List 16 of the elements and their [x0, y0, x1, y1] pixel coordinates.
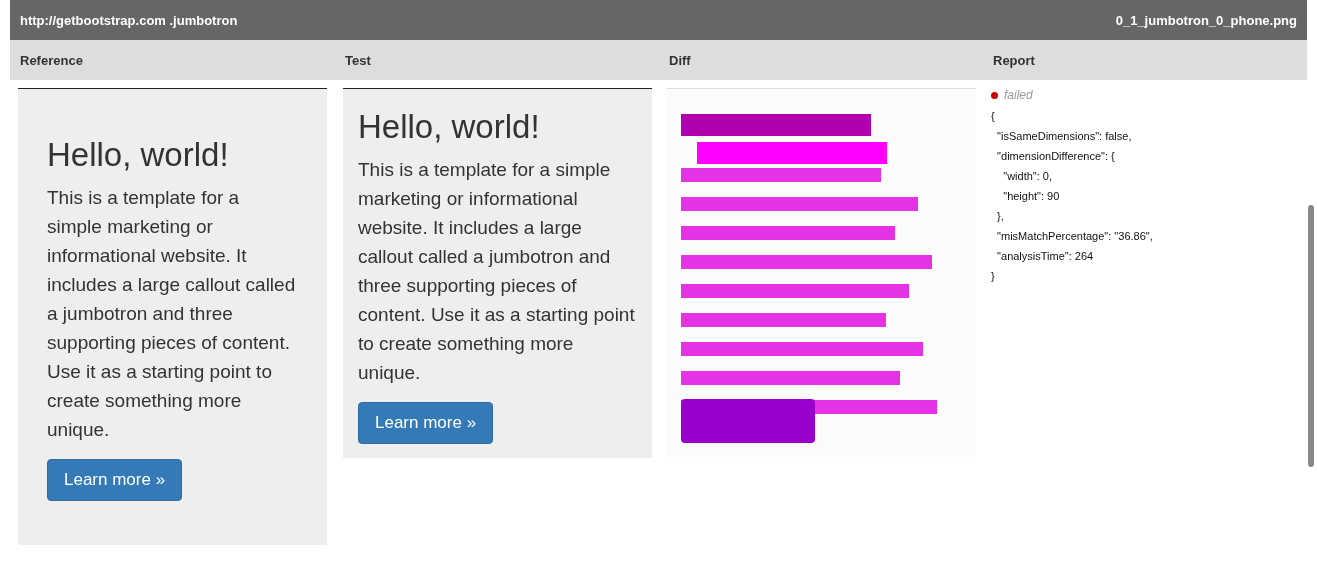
scrollbar-thumb[interactable]: [1308, 205, 1314, 467]
status-label: failed: [1004, 88, 1033, 102]
column-header: Diff: [668, 52, 692, 68]
jumbotron-text: This is a template for a simple marketing or informational website. It includes a large callout called a jumbotron and three supporting pieces of content. Use it as a starting point to create something more unique.: [47, 186, 297, 443]
status-dot-icon: [991, 91, 998, 99]
jumbotron-text: This is a template for a simple marketing or informational website. It includes a large callout called a jumbotron and three supporting pieces of content. Use it as a starting point to create something more unique.: [358, 158, 636, 386]
jumbotron-heading: Hello, world!: [47, 137, 230, 174]
url-label: http://getbootstrap.com .jumbotron: [20, 12, 238, 28]
report-json: { "isSameDimensions": false, "dimensionDifference": { "width": 0, "height": 90 }, "misMatchPercentage": "36.86", "analysisTime": 264 }: [991, 109, 1154, 284]
column-header: Reference: [19, 52, 84, 68]
learn-more-button[interactable]: Learn more »: [358, 402, 494, 445]
jumbotron-heading: Hello, world!: [358, 109, 541, 146]
column-header: Report: [992, 52, 1036, 68]
filename-label: 0_1_jumbotron_0_phone.png: [1115, 12, 1297, 28]
column-header: Test: [344, 52, 372, 68]
learn-more-button[interactable]: Learn more »: [47, 459, 183, 502]
